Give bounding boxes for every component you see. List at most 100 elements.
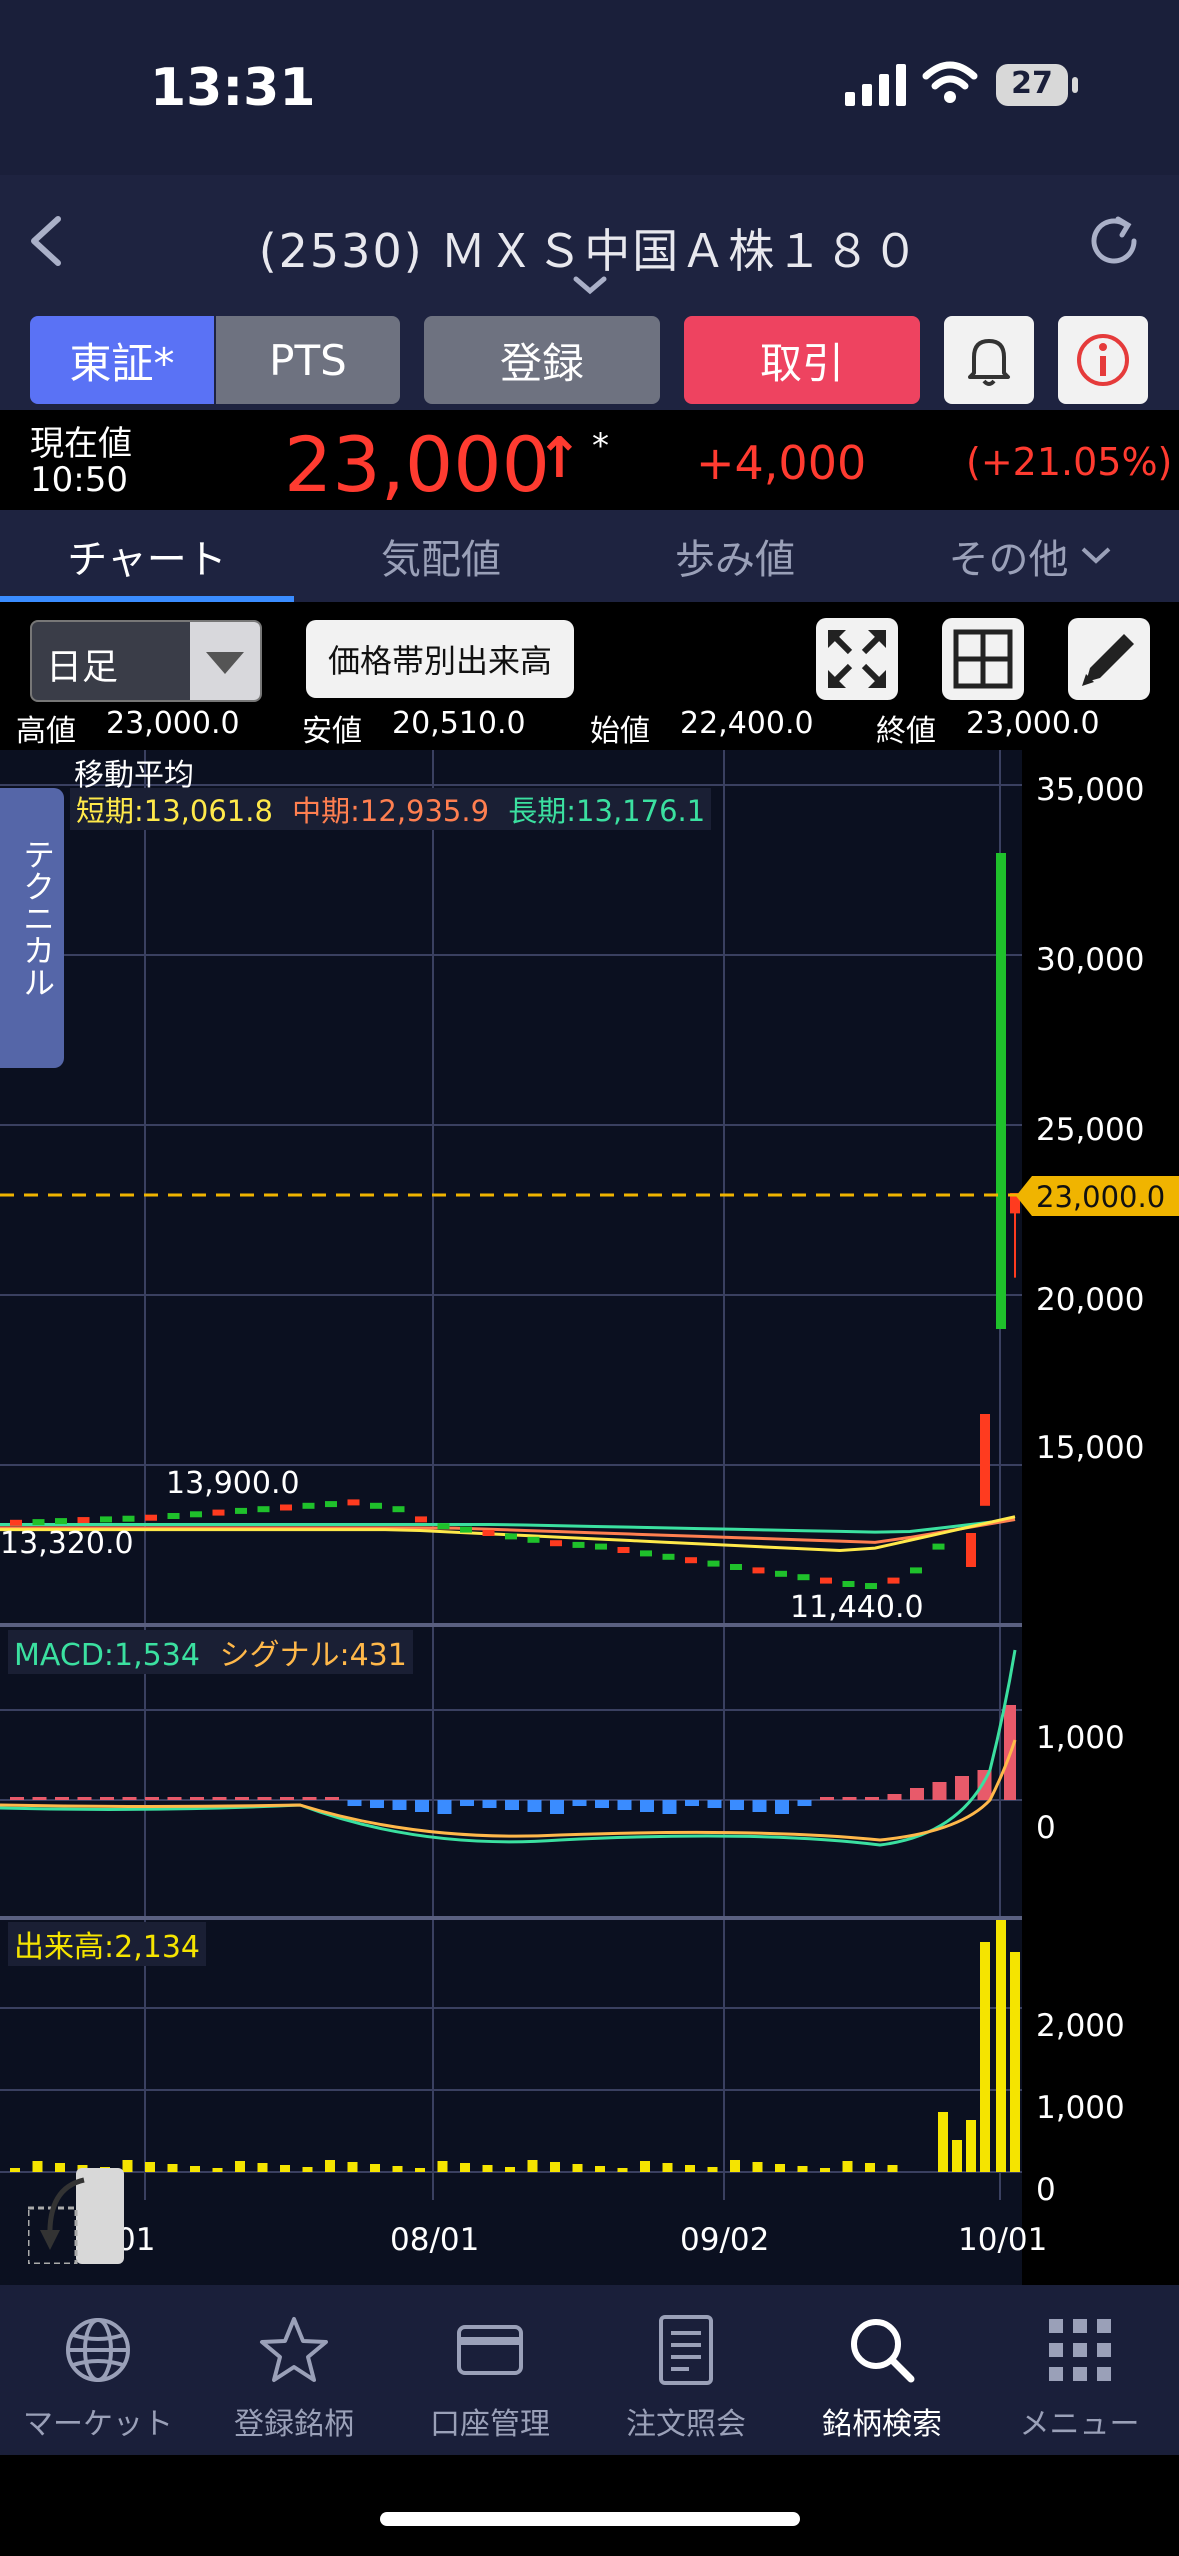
volume-bar <box>775 2164 785 2172</box>
trade-button[interactable]: 取引 <box>684 316 920 404</box>
market-pts-button[interactable]: PTS <box>216 316 400 404</box>
price-asterisk: * <box>592 426 609 466</box>
fullscreen-button[interactable] <box>816 618 898 700</box>
candle <box>55 1518 67 1525</box>
expand-icon <box>828 630 886 688</box>
macd-bar <box>32 1797 47 1800</box>
candle <box>996 853 1006 1329</box>
candle <box>662 1553 675 1560</box>
candle <box>932 1543 945 1550</box>
volume-bar <box>370 2164 380 2172</box>
period-select[interactable]: 日足 <box>30 620 262 702</box>
annotation-left: 13,320.0 <box>0 1526 134 1561</box>
layout-grid-button[interactable] <box>942 618 1024 700</box>
macd-bar <box>550 1800 564 1814</box>
ohlc-open: 22,400.0 <box>680 706 814 741</box>
macd-bar <box>325 1797 339 1800</box>
nav-orders[interactable]: 注文照会 <box>588 2285 784 2455</box>
tab-chart[interactable]: チャート <box>0 510 294 602</box>
nav-search[interactable]: 銘柄検索 <box>784 2285 980 2455</box>
chart-canvas[interactable] <box>0 750 1179 2285</box>
candle <box>685 1557 697 1564</box>
tab-bar: チャート 気配値 歩み値 その他 <box>0 510 1179 602</box>
volume-bar <box>415 2168 425 2172</box>
price-tick: 35,000 <box>1036 772 1145 808</box>
volume-bar <box>212 2168 223 2172</box>
tab-quote[interactable]: 気配値 <box>294 510 588 602</box>
swipe-hint-icon[interactable] <box>26 2168 128 2266</box>
volume-tick: 0 <box>1036 2172 1056 2208</box>
macd-bar <box>370 1800 384 1808</box>
chevron-down-icon <box>1081 547 1110 564</box>
candle <box>77 1517 90 1524</box>
volume-bar <box>865 2163 875 2172</box>
macd-bar <box>887 1794 902 1800</box>
nav-menu[interactable]: メニュー <box>980 2285 1179 2455</box>
technical-tab[interactable]: テクニカル <box>0 788 64 1068</box>
period-select-value: 日足 <box>46 647 119 688</box>
current-price: 23,000 <box>284 420 550 509</box>
volume-bar <box>550 2162 560 2172</box>
refresh-icon[interactable] <box>1084 211 1144 271</box>
ma-legend: 短期:13,061.8 中期:12,935.9 長期:13,176.1 <box>70 788 712 830</box>
alert-button[interactable] <box>944 316 1034 404</box>
candle <box>865 1583 877 1590</box>
price-tick: 15,000 <box>1036 1430 1145 1466</box>
candle <box>482 1530 495 1536</box>
market-tse-button[interactable]: 東証* <box>30 316 214 404</box>
x-tick: 10/01 <box>958 2222 1048 2258</box>
nav-market-label: マーケット <box>23 2407 173 2442</box>
info-icon <box>1077 334 1129 386</box>
candle <box>640 1550 652 1557</box>
volume-bar <box>392 2166 403 2172</box>
candle <box>257 1506 270 1513</box>
macd-bar <box>685 1800 699 1806</box>
candle <box>910 1567 922 1574</box>
stock-chart[interactable]: テクニカル 移動平均 短期:13,061.8 中期:12,935.9 長期:13… <box>0 750 1179 2285</box>
period-dropdown-button[interactable] <box>190 622 260 700</box>
volume-bar <box>257 2163 268 2172</box>
pencil-icon <box>1082 634 1134 686</box>
nav-account[interactable]: 口座管理 <box>392 2285 588 2455</box>
nav-market[interactable]: マーケット <box>0 2285 196 2455</box>
candle <box>325 1501 337 1508</box>
candle <box>842 1581 855 1587</box>
register-button[interactable]: 登録 <box>424 316 660 404</box>
annotation-high: 13,900.0 <box>166 1466 300 1501</box>
macd-bar <box>167 1797 182 1800</box>
x-tick: 09/02 <box>680 2222 770 2258</box>
volume-bar <box>482 2165 493 2172</box>
candle <box>707 1560 720 1567</box>
candle <box>550 1540 562 1547</box>
macd-bar <box>865 1797 879 1800</box>
wifi-icon <box>922 60 978 104</box>
volume-bar <box>325 2160 335 2172</box>
macd-bar <box>775 1800 789 1814</box>
tab-ticks[interactable]: 歩み値 <box>588 510 882 602</box>
volume-bar <box>730 2160 740 2172</box>
volume-bar <box>707 2167 718 2172</box>
info-button[interactable] <box>1058 316 1148 404</box>
macd-bar <box>55 1797 69 1800</box>
candle <box>820 1577 832 1584</box>
macd-bar <box>212 1797 227 1800</box>
macd-tick: 0 <box>1036 1810 1056 1846</box>
nav-watchlist[interactable]: 登録銘柄 <box>196 2285 392 2455</box>
current-price-marker-value: 23,000.0 <box>1036 1180 1166 1214</box>
volume-tick: 1,000 <box>1036 2090 1125 2126</box>
tab-other[interactable]: その他 <box>882 510 1179 602</box>
bottom-nav: マーケット 登録銘柄 口座管理 注文照会 銘柄検索 メニュー <box>0 2285 1179 2455</box>
macd-bar <box>752 1800 767 1812</box>
candle <box>145 1514 157 1521</box>
macd-bar <box>730 1800 744 1810</box>
ohlc-open-label: 始値 <box>590 714 650 749</box>
current-price-marker: 23,000.0 <box>1016 1176 1179 1216</box>
volume-profile-button[interactable]: 価格帯別出来高 <box>306 620 574 698</box>
chevron-down-icon[interactable] <box>572 275 608 297</box>
candle <box>347 1499 360 1506</box>
draw-button[interactable] <box>1068 618 1150 700</box>
stock-title[interactable]: (2530) ＭＸＳ中国Ａ株１８０ <box>0 215 1179 281</box>
candle <box>460 1526 472 1533</box>
macd-bar <box>797 1800 812 1806</box>
candle <box>505 1533 517 1540</box>
